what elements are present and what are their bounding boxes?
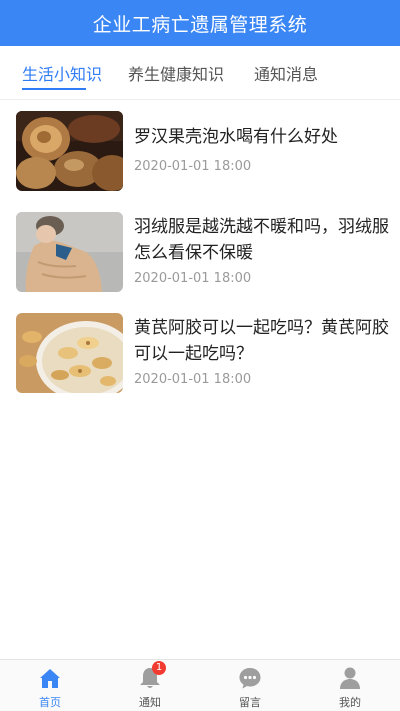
active-tab-indicator <box>22 87 86 90</box>
tab-label: 生活小知识 <box>22 64 103 84</box>
app-header: 企业工病亡遗属管理系统 <box>0 0 400 46</box>
article-item[interactable]: 羽绒服是越洗越不暖和吗，羽绒服怎么看保不保暖 2020-01-01 18:00 <box>0 202 400 302</box>
tabbar-label: 首页 <box>39 696 61 709</box>
article-date: 2020-01-01 18:00 <box>134 159 252 174</box>
tabbar-messages[interactable]: 留言 <box>200 660 300 711</box>
article-thumbnail <box>16 212 123 292</box>
tab-life-tips[interactable]: 生活小知识 <box>22 46 128 100</box>
article-item[interactable]: 黄芪阿胶可以一起吃吗？黄芪阿胶可以一起吃吗？ 2020-01-01 18:00 <box>0 303 400 403</box>
tabbar-profile[interactable]: 我的 <box>300 660 400 711</box>
tabbar-home[interactable]: 首页 <box>0 660 100 711</box>
app-title: 企业工病亡遗属管理系统 <box>92 13 308 36</box>
tab-label: 通知消息 <box>254 64 319 84</box>
user-icon <box>340 667 360 689</box>
tabbar-label: 留言 <box>239 696 261 709</box>
category-tabs: 生活小知识 养生健康知识 通知消息 <box>0 46 400 100</box>
tab-notifications[interactable]: 通知消息 <box>254 46 344 100</box>
bottom-tab-bar: 首页 通知 留言 我的 1 <box>0 659 400 711</box>
chat-icon <box>239 668 261 689</box>
article-item[interactable]: 罗汉果壳泡水喝有什么好处 2020-01-01 18:00 <box>0 101 400 201</box>
home-icon <box>40 669 60 688</box>
tab-label: 养生健康知识 <box>128 64 225 84</box>
article-date: 2020-01-01 18:00 <box>134 372 252 387</box>
tabbar-label: 我的 <box>339 696 361 709</box>
tabbar-label: 通知 <box>139 696 161 709</box>
article-date: 2020-01-01 18:00 <box>134 271 252 286</box>
article-title: 黄芪阿胶可以一起吃吗？黄芪阿胶可以一起吃吗？ <box>134 318 389 364</box>
article-title: 羽绒服是越洗越不暖和吗，羽绒服怎么看保不保暖 <box>134 217 389 263</box>
article-thumbnail <box>16 313 123 393</box>
article-title: 罗汉果壳泡水喝有什么好处 <box>134 127 338 147</box>
tab-health-tips[interactable]: 养生健康知识 <box>128 46 254 100</box>
tabbar-notifications[interactable]: 通知 <box>100 660 200 711</box>
notification-badge: 1 <box>152 661 166 675</box>
article-thumbnail <box>16 111 123 191</box>
